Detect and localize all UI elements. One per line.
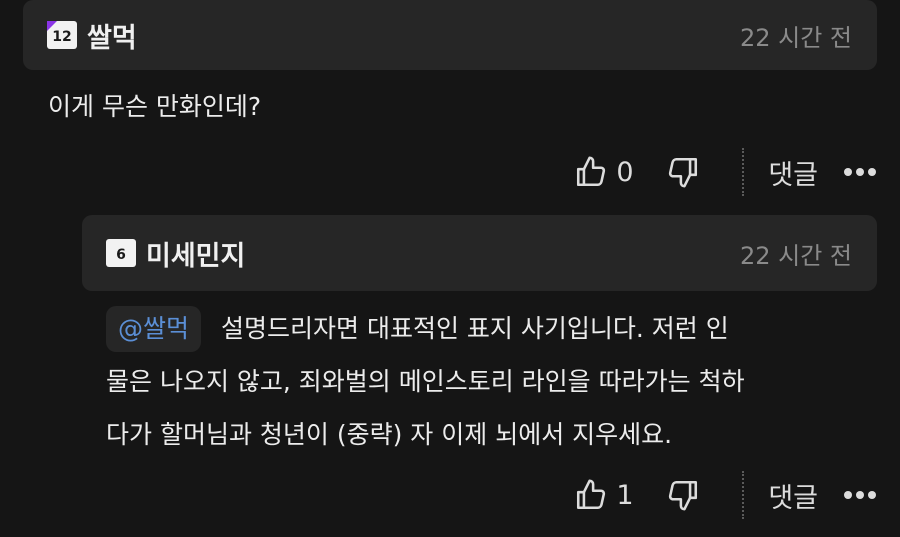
reply-line-3: 다가 할머님과 청년이 (중략) 자 이제 뇌에서 지우세요.	[106, 420, 673, 449]
username[interactable]: 쌀먹	[87, 16, 137, 55]
reply-header: 6 미세민지 22 시간 전	[82, 215, 877, 291]
reply-actions: 1 댓글	[574, 471, 876, 519]
level-badge: 12	[47, 21, 77, 49]
comment-text: 이게 무슨 만화인데?	[48, 92, 262, 121]
reply-line-2: 물은 나오지 않고, 죄와벌의 메인스토리 라인을 따라가는 척하	[106, 367, 745, 396]
reply-button[interactable]: 댓글	[768, 476, 818, 515]
more-icon[interactable]	[844, 491, 876, 499]
timestamp: 22 시간 전	[739, 23, 852, 52]
comment-actions: 0 댓글	[574, 148, 876, 196]
thumbs-down-icon	[669, 157, 698, 188]
action-divider	[742, 148, 745, 196]
username[interactable]: 미세민지	[146, 234, 245, 273]
like-count: 1	[616, 479, 634, 511]
reply-line-1: 설명드리자면 대표적인 표지 사기입니다. 저런 인	[221, 314, 729, 343]
dislike-button[interactable]	[666, 478, 700, 512]
comment-header: 12 쌀먹 22 시간 전	[23, 0, 877, 70]
thumbs-up-icon	[577, 479, 606, 510]
mention-tag[interactable]: @쌀먹	[106, 306, 202, 352]
action-divider	[742, 471, 745, 519]
more-icon[interactable]	[844, 168, 876, 176]
dislike-button[interactable]	[666, 155, 700, 189]
thumbs-down-icon	[669, 480, 698, 511]
reply-button[interactable]: 댓글	[768, 153, 818, 192]
timestamp: 22 시간 전	[739, 241, 852, 270]
level-badge: 6	[106, 239, 136, 267]
thumbs-up-icon	[577, 156, 606, 187]
like-button[interactable]	[574, 478, 608, 512]
like-count: 0	[616, 156, 634, 188]
like-button[interactable]	[574, 155, 608, 189]
reply-text: @쌀먹 설명드리자면 대표적인 표지 사기입니다. 저런 인 물은 나오지 않고,…	[106, 302, 866, 461]
